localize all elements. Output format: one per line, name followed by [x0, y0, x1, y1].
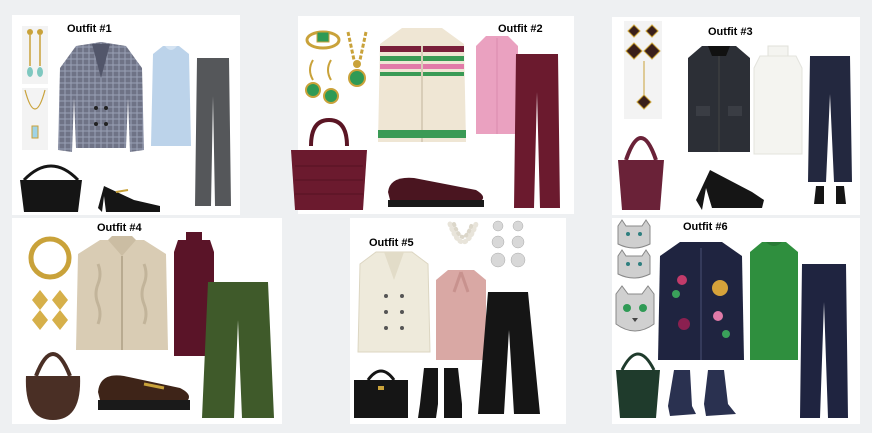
embellished-navy-cardigan-icon [658, 242, 744, 360]
cable-knit-zip-cardigan-icon [76, 236, 168, 350]
burgundy-suede-hobo-bag-item [612, 120, 670, 212]
embellished-navy-cardigan-item [656, 238, 746, 362]
navy-leather-cropped-trousers-icon [808, 56, 852, 204]
brown-hobo-bag-icon [25, 352, 81, 420]
fair-isle-cardigan-icon [378, 28, 466, 142]
green-corduroy-trousers-item [200, 280, 276, 420]
black-knit-jacket-item [686, 42, 752, 154]
outfit-3-title: Outfit #3 [708, 26, 753, 38]
gold-geometric-earrings-item [28, 288, 72, 332]
cat-earrings-icon [617, 219, 651, 279]
tweed-blazer-icon [58, 42, 144, 152]
grey-trousers-icon [195, 58, 231, 206]
burgundy-corduroy-trousers-icon [514, 54, 560, 208]
blue-sweater-icon [151, 46, 191, 146]
navy-corduroy-trousers-icon [800, 264, 848, 418]
quatrefoil-drop-earrings-icon [625, 24, 661, 110]
pendant-necklace-icon [24, 89, 46, 139]
emerald-ring-item [305, 26, 341, 50]
quatrefoil-drop-earrings-item [624, 21, 662, 119]
black-mary-jane-pumps-item [94, 178, 164, 214]
green-sweater-item [748, 240, 800, 362]
pearl-necklace-item [446, 220, 480, 262]
black-shoulder-bag-item [16, 158, 86, 214]
gold-collar-necklace-icon [28, 236, 72, 280]
blue-sweater-item [149, 44, 193, 148]
white-turtleneck-item [752, 44, 804, 156]
gold-chain-necklace-icon [346, 31, 368, 87]
cable-knit-zip-cardigan-item [74, 234, 170, 352]
green-corduroy-trousers-icon [202, 282, 274, 418]
tweed-blazer-item [56, 38, 146, 156]
floral-drop-earrings-icon [490, 220, 526, 268]
burgundy-suede-hobo-bag-icon [618, 136, 664, 210]
brown-horsebit-loafers-icon [98, 375, 190, 410]
black-slingback-mules-icon [696, 170, 764, 210]
black-ankle-boots-item [414, 364, 468, 420]
fair-isle-cardigan-item [376, 26, 468, 144]
burgundy-loafers-item [384, 170, 488, 210]
cream-peacoat-item [356, 250, 432, 354]
emerald-ring-icon [305, 30, 341, 50]
pendant-necklace-item [22, 88, 48, 150]
black-flared-trousers-icon [478, 292, 540, 414]
cat-earrings-item [612, 218, 656, 282]
brown-hobo-bag-item [22, 336, 84, 422]
cat-brooch-icon [615, 285, 655, 332]
burgundy-loafers-icon [388, 177, 484, 207]
black-flared-trousers-item [474, 290, 544, 416]
outfit-4-title: Outfit #4 [97, 222, 142, 234]
black-structured-handbag-item [350, 360, 412, 420]
black-structured-handbag-icon [354, 369, 408, 418]
croc-tote-bag-item [287, 116, 371, 212]
black-slingback-mules-item [692, 160, 768, 212]
black-shoulder-bag-icon [20, 164, 82, 212]
grey-trousers-item [193, 56, 233, 208]
emerald-earrings-item [303, 56, 341, 112]
navy-leather-cropped-trousers-item [806, 54, 854, 210]
outfit-1-title: Outfit #1 [67, 23, 112, 35]
black-knit-jacket-icon [688, 46, 750, 152]
cat-brooch-item [612, 284, 658, 340]
burgundy-corduroy-trousers-item [512, 52, 562, 210]
green-sweater-icon [750, 242, 798, 360]
navy-suede-ankle-boots-icon [668, 370, 736, 416]
drop-earrings-item [22, 26, 48, 84]
drop-earrings-icon [27, 29, 43, 77]
gold-chain-necklace-item [342, 30, 372, 102]
gold-collar-necklace-item [26, 234, 74, 282]
pearl-necklace-icon [447, 221, 479, 245]
outfit-board: Outfit #1 Outfit #2 Outfit #3 Outfit #4 … [0, 0, 872, 433]
white-turtleneck-icon [753, 45, 803, 155]
navy-corduroy-trousers-item [798, 262, 850, 420]
black-mary-jane-pumps-icon [98, 186, 160, 212]
black-ankle-boots-icon [418, 368, 462, 418]
outfit-5-title: Outfit #5 [369, 237, 414, 249]
croc-tote-bag-icon [291, 117, 367, 210]
brown-horsebit-loafers-item [94, 362, 194, 418]
emerald-earrings-icon [305, 59, 339, 104]
gold-geometric-earrings-icon [32, 290, 68, 330]
floral-drop-earrings-item [486, 218, 532, 274]
navy-suede-ankle-boots-item [666, 364, 738, 420]
cream-peacoat-icon [357, 251, 431, 353]
outfit-6-title: Outfit #6 [683, 221, 728, 233]
